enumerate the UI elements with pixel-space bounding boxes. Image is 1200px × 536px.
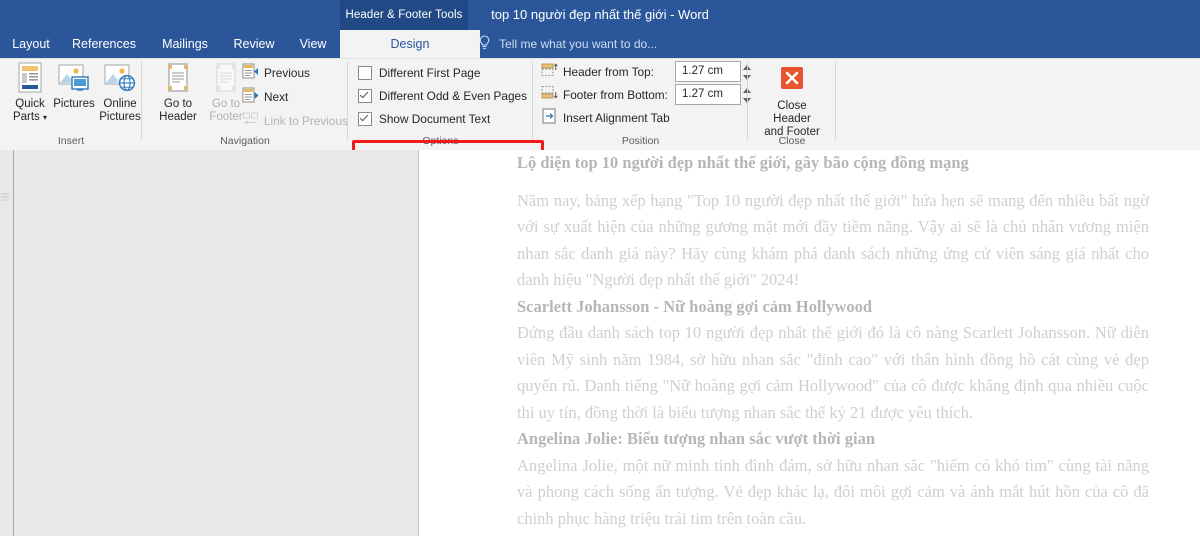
group-label-navigation: Navigation — [220, 135, 270, 147]
document-paragraph: Nổi tiếng với danh xưng "biểu tượng nhan… — [517, 532, 1149, 536]
lightbulb-icon — [478, 32, 491, 60]
next-section-button[interactable]: Next — [242, 87, 288, 107]
tab-review[interactable]: Review — [220, 30, 288, 58]
footer-from-bottom-label: Footer from Bottom: — [563, 88, 668, 102]
show-document-text-checkbox[interactable] — [358, 111, 372, 126]
chevron-down-icon: ▾ — [43, 113, 48, 122]
show-document-text-label: Show Document Text — [379, 111, 491, 126]
link-to-previous-label: Link to Previous — [264, 114, 348, 128]
tab-references[interactable]: References — [58, 30, 150, 58]
tab-layout[interactable]: Layout — [0, 30, 62, 58]
show-document-text-checkbox-row[interactable]: Show Document Text — [358, 109, 490, 128]
tab-view[interactable]: View — [284, 30, 342, 58]
header-from-top-value: 1.27 cm — [682, 65, 723, 77]
ribbon-group-insert: Quick Parts ▾ Pictures Online Pictures I… — [0, 58, 142, 149]
ribbon-group-close: Close Header and Footer Close — [748, 58, 836, 149]
ribbon-design-tab-content: Quick Parts ▾ Pictures Online Pictures I… — [0, 58, 1200, 165]
document-paragraph: Angelina Jolie, một nữ minh tinh đình đá… — [517, 455, 1149, 528]
insert-alignment-tab-label: Insert Alignment Tab — [563, 111, 670, 125]
previous-section-button[interactable]: Previous — [242, 63, 310, 83]
ribbon-group-position: Header from Top: 1.27 cm Footer from Bot… — [533, 58, 751, 149]
online-pictures-button[interactable]: Online Pictures — [92, 60, 148, 124]
document-title: top 10 người đẹp nhất thế giới - Word — [491, 7, 709, 22]
footer-from-bottom-value: 1.27 cm — [682, 88, 723, 100]
group-label-position: Position — [621, 135, 660, 147]
header-from-top-icon — [541, 62, 558, 82]
footer-from-bottom-row: Footer from Bottom: — [541, 85, 668, 105]
next-section-icon — [242, 87, 259, 108]
close-header-and-footer-button[interactable]: Close Header and Footer — [764, 62, 820, 139]
document-workspace: Lộ diện top 10 người đẹp nhất thế giới, … — [0, 150, 1200, 536]
online-pictures-label-line1: Online — [103, 98, 137, 110]
close-header-footer-icon — [764, 62, 820, 98]
gutter-mark-icon — [1, 188, 10, 201]
insert-alignment-tab-button[interactable]: Insert Alignment Tab — [541, 108, 670, 128]
tell-me-search[interactable]: Tell me what you want to do... — [478, 30, 657, 58]
title-bar: top 10 người đẹp nhất thế giới - Word He… — [0, 0, 1200, 30]
group-label-close: Close — [778, 135, 806, 147]
insert-alignment-tab-icon — [541, 108, 558, 129]
document-paragraph: Năm nay, bảng xếp hạng "Top 10 người đẹp… — [517, 190, 1149, 290]
tell-me-label: Tell me what you want to do... — [499, 37, 658, 51]
tab-mailings[interactable]: Mailings — [146, 30, 224, 58]
different-first-page-checkbox-row[interactable]: Different First Page — [358, 63, 480, 82]
header-from-top-label: Header from Top: — [563, 65, 654, 79]
footer-from-bottom-icon — [541, 85, 558, 105]
online-pictures-icon — [92, 60, 148, 96]
online-pictures-label-line2: Pictures — [99, 111, 141, 123]
workspace-left-gutter — [0, 150, 419, 536]
previous-section-label: Previous — [264, 66, 310, 80]
previous-section-icon — [242, 63, 259, 84]
document-page[interactable]: Lộ diện top 10 người đẹp nhất thế giới, … — [419, 150, 1200, 536]
link-to-previous-icon — [242, 111, 259, 132]
gutter-vertical-rule — [13, 150, 14, 536]
footer-from-bottom-input[interactable]: 1.27 cm — [675, 84, 751, 105]
different-odd-even-pages-checkbox-row[interactable]: Different Odd & Even Pages — [358, 86, 527, 105]
ribbon-group-navigation: Go to Header Go to Footer Previous Next … — [142, 58, 348, 149]
different-first-page-checkbox[interactable] — [358, 65, 372, 80]
document-paragraph: Đứng đầu danh sách top 10 người đẹp nhất… — [517, 323, 1149, 422]
group-label-options: Options — [422, 135, 459, 147]
document-heading: Scarlett Johansson - Nữ hoàng gợi cảm Ho… — [517, 296, 873, 316]
group-label-insert: Insert — [57, 135, 85, 147]
document-heading: Angelina Jolie: Biểu tượng nhan sắc vượt… — [517, 429, 876, 448]
different-first-page-label: Different First Page — [379, 65, 481, 80]
header-from-top-row: Header from Top: — [541, 62, 654, 82]
quick-parts-label-line2: Parts ▾ — [12, 111, 48, 123]
ribbon-tab-strip: Layout References Mailings Review View D… — [0, 30, 1200, 58]
header-from-top-input[interactable]: 1.27 cm — [675, 61, 751, 82]
next-section-label: Next — [264, 90, 289, 104]
link-to-previous-button[interactable]: Link to Previous — [242, 111, 348, 131]
close-header-footer-label-line1: Close Header — [773, 100, 811, 125]
different-odd-even-pages-checkbox[interactable] — [358, 88, 372, 103]
group-separator-close — [835, 62, 836, 140]
word-application-window: top 10 người đẹp nhất thế giới - Word He… — [0, 0, 1200, 536]
different-odd-even-pages-label: Different Odd & Even Pages — [379, 88, 527, 103]
tab-design[interactable]: Design — [340, 30, 480, 58]
document-spacer — [517, 177, 1149, 188]
contextual-tab-group-header-footer-tools: Header & Footer Tools — [340, 0, 468, 30]
document-heading: Lộ diện top 10 người đẹp nhất thế giới, … — [517, 153, 969, 172]
document-body-text: Lộ diện top 10 người đẹp nhất thế giới, … — [517, 150, 1149, 536]
ribbon-group-options: Different First Page Different Odd & Eve… — [348, 58, 533, 149]
